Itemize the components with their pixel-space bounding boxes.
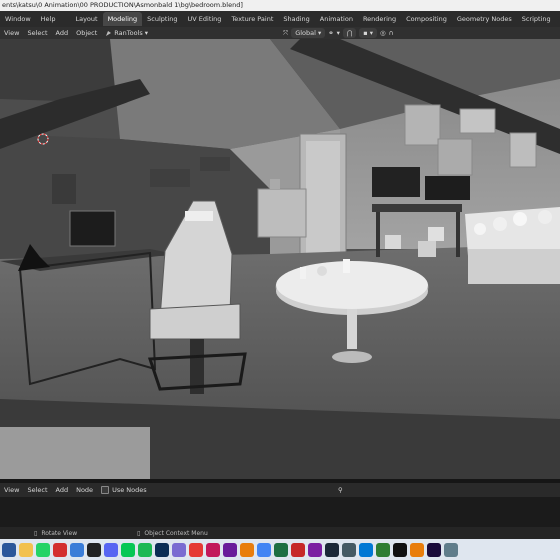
after-effects-icon[interactable] — [172, 542, 186, 557]
mouse-right-icon: ▯ — [137, 529, 141, 537]
node-editor-header: View Select Add Node Use Nodes ⚲ — [0, 483, 560, 497]
image-viewer-icon[interactable] — [376, 542, 390, 557]
discord-icon[interactable] — [104, 542, 118, 557]
chrome-icon[interactable] — [257, 542, 271, 557]
mouse-icon: ▯ — [34, 529, 38, 537]
circle-app-icon[interactable] — [223, 542, 237, 557]
tab-layout[interactable]: Layout — [70, 12, 102, 26]
node-menu-select[interactable]: Select — [23, 486, 51, 494]
blender-icon[interactable] — [240, 542, 254, 557]
rantools-icon — [106, 30, 112, 36]
folder-icon[interactable] — [19, 542, 33, 557]
use-nodes-label: Use Nodes — [112, 486, 147, 494]
extra-icon[interactable] — [444, 542, 458, 557]
opera-icon[interactable] — [53, 542, 67, 557]
tab-scripting[interactable]: Scripting — [517, 12, 556, 26]
line-icon[interactable] — [121, 542, 135, 557]
orientation-label: Global — [295, 29, 316, 37]
node-editor-canvas[interactable] — [0, 497, 560, 527]
status-left-action: Rotate View — [41, 529, 78, 537]
spotify-icon[interactable] — [138, 542, 152, 557]
magnet-icon: ⋂ — [346, 29, 353, 37]
file-path: ents\katsu\0 Animation\00 PRODUCTION\Asm… — [2, 1, 243, 9]
transform-controls: ⤧ Global ▾ ⚭ ▾ ⋂ ▪ ▾ ◎ ∩ — [283, 27, 393, 39]
node-menu-node[interactable]: Node — [72, 486, 97, 494]
workspace-tabs: Layout Modeling Sculpting UV Editing Tex… — [70, 12, 560, 26]
photoshop-icon[interactable] — [155, 542, 169, 557]
window-title-bar: ents\katsu\0 Animation\00 PRODUCTION\Asm… — [0, 0, 560, 11]
use-nodes-toggle[interactable]: Use Nodes — [97, 486, 151, 494]
tab-shading[interactable]: Shading — [278, 12, 314, 26]
tab-compositing[interactable]: Compositing — [401, 12, 452, 26]
pin-icon[interactable]: ⚲ — [338, 486, 343, 494]
after-effects-2-icon[interactable] — [427, 542, 441, 557]
steam-icon[interactable] — [325, 542, 339, 557]
file-explorer-icon[interactable] — [70, 542, 84, 557]
tab-rendering[interactable]: Rendering — [358, 12, 401, 26]
pivot-icon[interactable]: ⚭ — [328, 29, 333, 37]
viewport-menu-view[interactable]: View — [0, 29, 23, 37]
snap-increment-icon: ▪ — [363, 29, 368, 37]
photos-icon[interactable] — [359, 542, 373, 557]
tab-sculpting[interactable]: Sculpting — [142, 12, 182, 26]
top-menu-bar: Window Help Layout Modeling Sculpting UV… — [0, 11, 560, 27]
rantools-menu[interactable]: RanTools ▾ — [101, 29, 152, 37]
purple-app-icon[interactable] — [308, 542, 322, 557]
blender-active-icon[interactable] — [410, 542, 424, 557]
excel-icon[interactable] — [274, 542, 288, 557]
menu-window[interactable]: Window — [0, 11, 36, 27]
tab-uv-editing[interactable]: UV Editing — [183, 12, 227, 26]
tab-animation[interactable]: Animation — [315, 12, 358, 26]
notion-icon[interactable] — [87, 542, 101, 557]
os-taskbar — [0, 539, 560, 560]
chevron-down-icon: ▾ — [369, 29, 373, 37]
orientation-dropdown[interactable]: Global ▾ — [291, 28, 326, 38]
tab-modeling[interactable]: Modeling — [102, 12, 143, 26]
node-menu-add[interactable]: Add — [52, 486, 73, 494]
add-workspace-button[interactable]: + — [556, 12, 560, 26]
music-icon[interactable] — [206, 542, 220, 557]
media-icon[interactable] — [342, 542, 356, 557]
whatsapp-icon[interactable] — [36, 542, 50, 557]
red-app-icon[interactable] — [291, 542, 305, 557]
chevron-down-icon: ▾ — [144, 29, 149, 37]
start-icon[interactable] — [2, 542, 16, 557]
3d-viewport[interactable] — [0, 39, 560, 479]
youtube-music-icon[interactable] — [189, 542, 203, 557]
viewport-menu-select[interactable]: Select — [23, 29, 51, 37]
snap-toggle[interactable]: ⋂ — [342, 28, 357, 38]
use-nodes-checkbox[interactable] — [101, 486, 110, 494]
viewport-menu-object[interactable]: Object — [72, 29, 101, 37]
chevron-down-icon: ▾ — [317, 29, 322, 37]
chevron-down-icon: ▾ — [336, 29, 340, 37]
transform-orientation-icon: ⤧ — [283, 28, 289, 37]
tab-texture-paint[interactable]: Texture Paint — [226, 12, 278, 26]
menu-help[interactable]: Help — [36, 11, 61, 27]
viewport-menu-add[interactable]: Add — [52, 29, 73, 37]
proportional-edit-icon[interactable]: ◎ — [380, 29, 386, 37]
snap-target-dropdown[interactable]: ▪ ▾ — [359, 28, 377, 38]
status-right-action: Object Context Menu — [144, 529, 208, 537]
status-bar: ▯ Rotate View ▯ Object Context Menu — [0, 527, 560, 539]
falloff-icon[interactable]: ∩ — [389, 29, 394, 37]
bedroom-scene-render — [0, 39, 560, 479]
tab-geometry-nodes[interactable]: Geometry Nodes — [452, 12, 517, 26]
viewport-header: View Select Add Object RanTools ▾ ⤧ Glob… — [0, 27, 560, 39]
node-menu-view[interactable]: View — [0, 486, 23, 494]
rantools-label: RanTools — [114, 29, 143, 37]
capcut-icon[interactable] — [393, 542, 407, 557]
